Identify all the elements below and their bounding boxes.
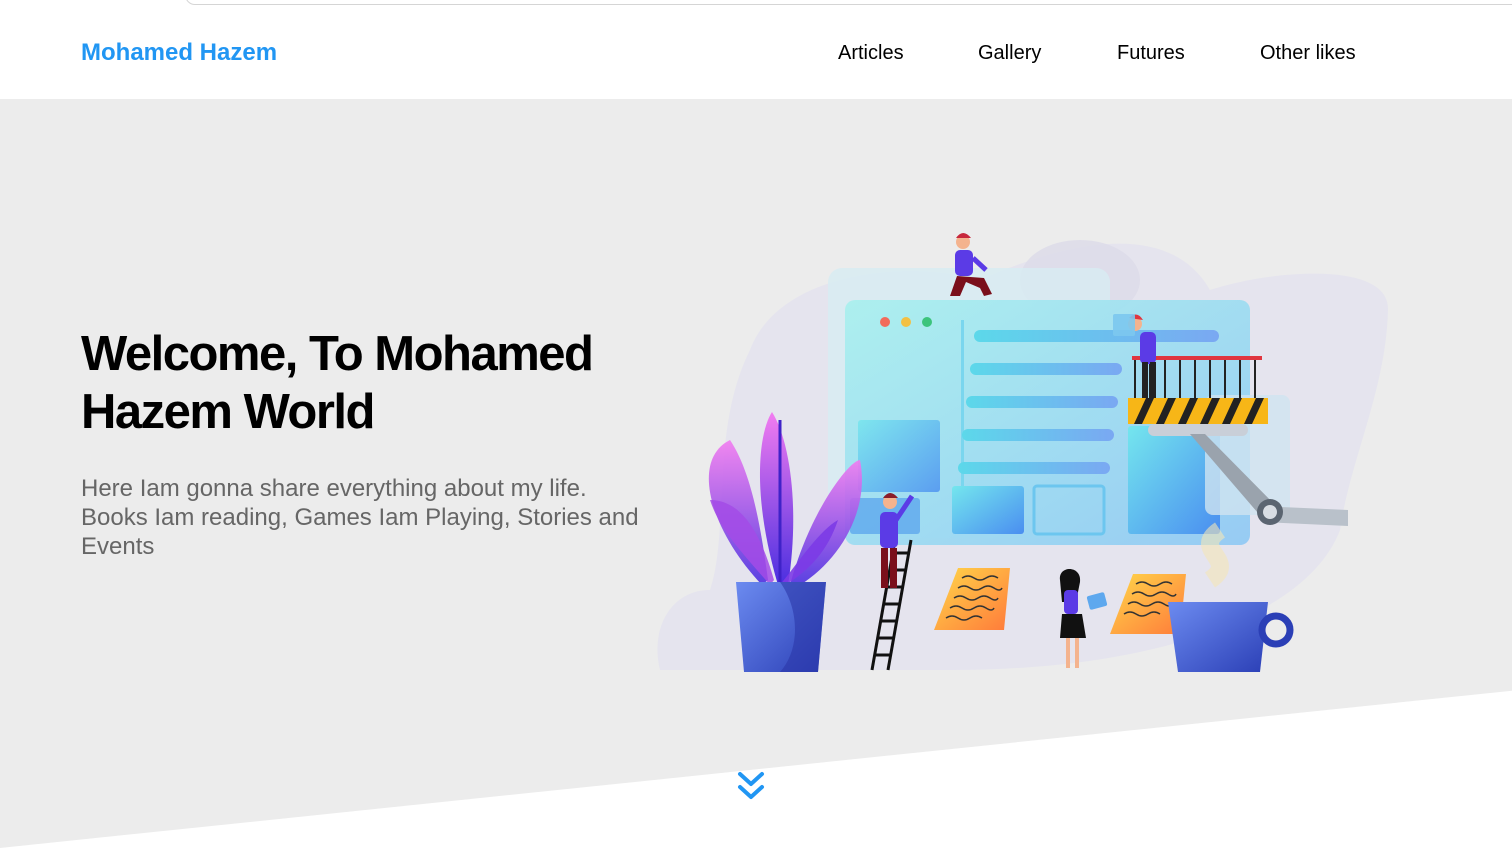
site-header: Mohamed Hazem Articles Gallery Futures O… xyxy=(0,8,1512,99)
hero-illustration xyxy=(657,233,1389,672)
nav-link-other-likes[interactable]: Other likes xyxy=(1260,42,1356,65)
browser-chrome-edge xyxy=(0,0,1512,8)
double-chevron-down-icon[interactable] xyxy=(736,770,766,802)
hero-description: Here Iam gonna share everything about my… xyxy=(81,475,639,560)
nav-link-articles[interactable]: Articles xyxy=(838,42,904,65)
address-bar-edge xyxy=(185,0,1512,5)
nav-link-futures[interactable]: Futures xyxy=(1117,42,1185,65)
site-logo[interactable]: Mohamed Hazem xyxy=(81,39,277,67)
nav-link-gallery[interactable]: Gallery xyxy=(978,42,1041,65)
hero-title: Welcome, To Mohamed Hazem World xyxy=(81,327,594,439)
